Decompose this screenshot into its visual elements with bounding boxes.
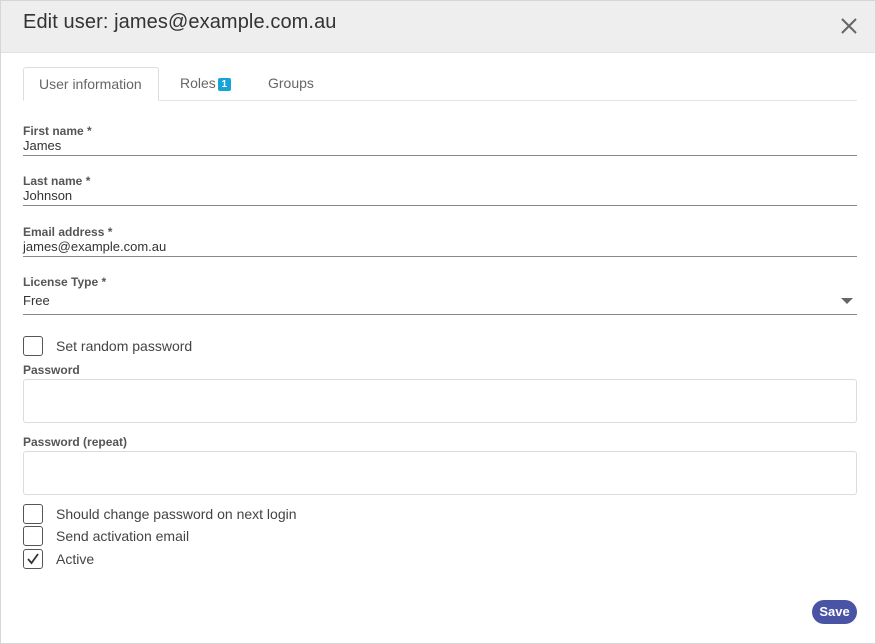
- tab-bar: User information Roles 1 Groups: [23, 67, 857, 101]
- license-type-value: Free: [23, 293, 50, 308]
- active-checkbox[interactable]: [23, 549, 43, 569]
- password-label: Password: [23, 363, 80, 377]
- password-repeat-input[interactable]: [23, 451, 857, 495]
- tab-label: Groups: [268, 75, 314, 91]
- license-type-field: License Type * Free: [23, 275, 857, 315]
- tab-label: User information: [39, 76, 142, 92]
- dialog-title: Edit user: james@example.com.au: [23, 11, 337, 33]
- checkmark-icon: [27, 553, 39, 565]
- dialog-header: Edit user: james@example.com.au: [1, 1, 875, 53]
- password-repeat-label: Password (repeat): [23, 435, 128, 449]
- should-change-password-checkbox[interactable]: [23, 504, 43, 524]
- tab-user-information[interactable]: User information: [23, 67, 159, 101]
- first-name-input[interactable]: James: [23, 138, 857, 156]
- tab-roles[interactable]: Roles 1: [165, 67, 246, 101]
- email-input[interactable]: james@example.com.au: [23, 239, 857, 257]
- set-random-password-label: Set random password: [56, 338, 193, 354]
- tab-label: Roles: [180, 75, 216, 91]
- edit-user-dialog: Edit user: james@example.com.au User inf…: [0, 0, 876, 644]
- license-type-label: License Type *: [23, 275, 107, 289]
- password-repeat-field: Password (repeat): [23, 435, 857, 495]
- chevron-down-icon: [841, 298, 853, 304]
- email-label: Email address *: [23, 225, 113, 239]
- send-activation-email-label: Send activation email: [56, 528, 190, 544]
- close-icon: [841, 18, 857, 34]
- active-row[interactable]: Active: [23, 549, 94, 569]
- save-button[interactable]: Save: [812, 600, 857, 624]
- first-name-field: First name * James: [23, 124, 857, 156]
- active-label: Active: [56, 551, 95, 567]
- tab-groups[interactable]: Groups: [253, 67, 329, 101]
- last-name-input[interactable]: Johnson: [23, 188, 857, 206]
- password-input[interactable]: [23, 379, 857, 423]
- license-type-select[interactable]: Free: [23, 289, 857, 315]
- send-activation-email-row[interactable]: Send activation email: [23, 526, 189, 546]
- password-field: Password: [23, 363, 857, 423]
- set-random-password-row[interactable]: Set random password: [23, 336, 192, 356]
- last-name-label: Last name *: [23, 174, 91, 188]
- should-change-password-row[interactable]: Should change password on next login: [23, 504, 297, 524]
- first-name-label: First name *: [23, 124, 92, 138]
- roles-count-badge: 1: [217, 78, 231, 91]
- should-change-password-label: Should change password on next login: [56, 506, 297, 522]
- close-button[interactable]: [838, 15, 860, 37]
- send-activation-email-checkbox[interactable]: [23, 526, 43, 546]
- last-name-field: Last name * Johnson: [23, 174, 857, 206]
- email-field: Email address * james@example.com.au: [23, 225, 857, 257]
- set-random-password-checkbox[interactable]: [23, 336, 43, 356]
